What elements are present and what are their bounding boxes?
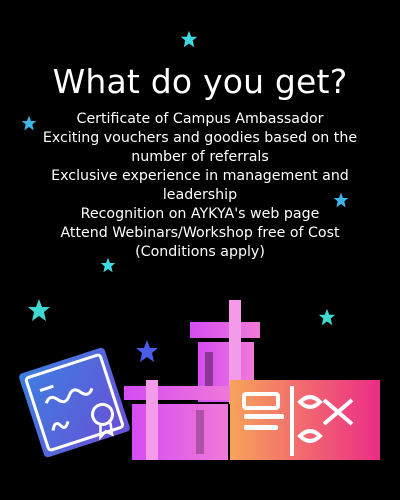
list-item: Certificate of Campus Ambassador — [76, 111, 324, 127]
list-item: Recognition on AYKYA's web page — [80, 206, 320, 222]
voucher-icon — [230, 380, 380, 460]
page-title: What do you get? — [52, 62, 348, 101]
poster: What do you get? Certificate of Campus A… — [0, 0, 400, 500]
list-item: Exclusive experience in management and l… — [51, 168, 349, 203]
list-item: Attend Webinars/Workshop free of Cost (C… — [60, 225, 340, 260]
star-icon — [180, 30, 198, 48]
benefits-list: Certificate of Campus Ambassador Excitin… — [20, 110, 380, 262]
certificate-icon — [19, 347, 130, 458]
list-item: Exciting vouchers and goodies based on t… — [42, 130, 358, 165]
rewards-illustration — [19, 300, 380, 460]
